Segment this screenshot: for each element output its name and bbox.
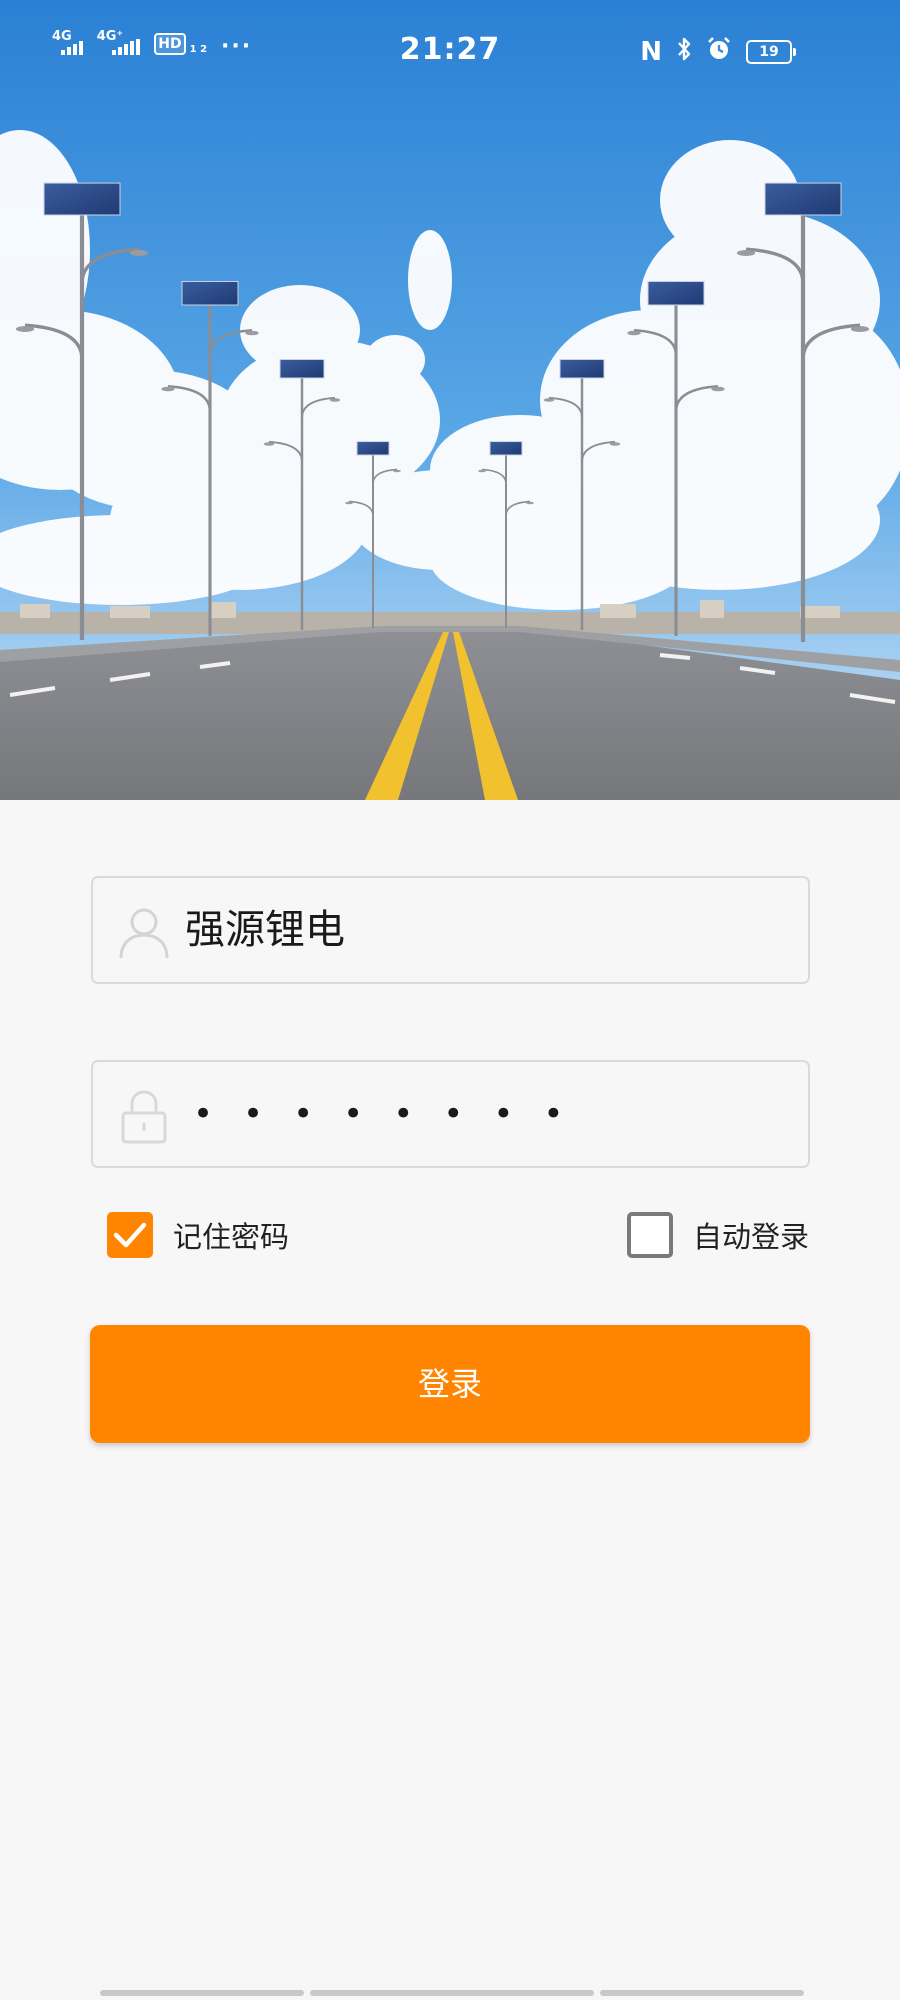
remember-password-checkbox[interactable]: [107, 1212, 153, 1258]
auto-login-checkbox[interactable]: [627, 1212, 673, 1258]
status-right-indicators: N 19: [640, 36, 796, 67]
hero-banner-image: [0, 0, 900, 800]
password-masked-value: ••••••••: [193, 1094, 594, 1134]
user-icon: [117, 904, 171, 960]
nfc-icon: N: [640, 36, 662, 67]
username-field[interactable]: 强源锂电: [91, 876, 810, 984]
username-value: 强源锂电: [185, 907, 345, 953]
battery-indicator: 19: [746, 39, 796, 64]
bluetooth-icon: [676, 36, 692, 67]
login-button[interactable]: 登录: [90, 1325, 810, 1443]
auto-login-option[interactable]: 自动登录: [627, 1212, 809, 1258]
auto-login-label: 自动登录: [693, 1220, 810, 1254]
remember-password-label: 记住密码: [173, 1220, 290, 1254]
password-field[interactable]: ••••••••: [91, 1060, 810, 1168]
checkmark-icon: [113, 1222, 147, 1248]
lock-icon: [117, 1088, 171, 1144]
navigation-gesture-bar[interactable]: [100, 1990, 804, 1996]
remember-password-option[interactable]: 记住密码: [107, 1212, 289, 1258]
status-bar: 4G 4G⁺ HD 1 2 ··· 21:27 N 19: [0, 0, 900, 100]
alarm-icon: [706, 36, 732, 67]
